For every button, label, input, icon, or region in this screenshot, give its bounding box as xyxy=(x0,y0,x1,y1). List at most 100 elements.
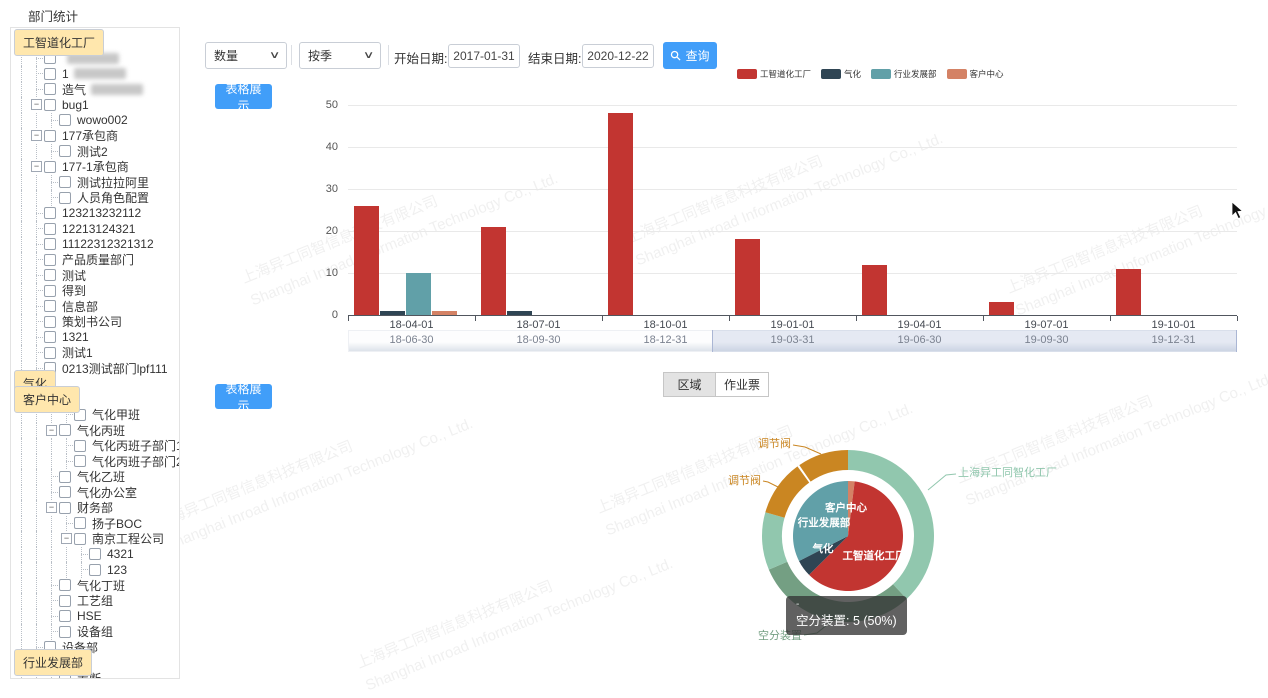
period-select[interactable]: 按季 ∨ xyxy=(299,42,381,69)
tree-checkbox[interactable] xyxy=(44,269,56,281)
tree-node[interactable]: 12213124321 xyxy=(14,221,179,237)
tree-expand-icon[interactable]: − xyxy=(61,533,72,544)
tree-node[interactable]: 123213232112 xyxy=(14,206,179,222)
tree-checkbox[interactable] xyxy=(59,471,71,483)
tree-node[interactable]: 设备组 xyxy=(14,624,179,640)
tree-expand-icon[interactable]: − xyxy=(31,130,42,141)
tree-node[interactable]: −南京工程公司 xyxy=(14,531,179,547)
tree-checkbox[interactable] xyxy=(44,83,56,95)
tree-checkbox[interactable] xyxy=(44,254,56,266)
tree-node[interactable]: 扬子BOC xyxy=(14,516,179,532)
tree-node[interactable]: 造气 xyxy=(14,82,179,98)
tree-node[interactable]: 1 xyxy=(14,66,179,82)
end-date-input[interactable] xyxy=(582,44,654,68)
legend-item[interactable]: 气化 xyxy=(821,68,861,80)
tree-node[interactable]: 策划书公司 xyxy=(14,314,179,330)
tree-checkbox[interactable] xyxy=(59,502,71,514)
tree-checkbox[interactable] xyxy=(44,130,56,142)
legend-item[interactable]: 客户中心 xyxy=(947,68,1004,80)
tree-node[interactable]: 测试 xyxy=(14,268,179,284)
table-display-button-2[interactable]: 表格展示 xyxy=(215,384,272,409)
tree-checkbox[interactable] xyxy=(44,161,56,173)
bar-segment[interactable] xyxy=(989,302,1014,315)
bar-segment[interactable] xyxy=(1116,269,1141,315)
tree-node[interactable]: 产品质量部门 xyxy=(14,252,179,268)
tree-checkbox[interactable] xyxy=(74,517,86,529)
tree-node[interactable]: 测试拉拉阿里 xyxy=(14,175,179,191)
search-button[interactable]: 查询 xyxy=(663,42,717,69)
legend-item[interactable]: 行业发展部 xyxy=(871,68,937,80)
tree-checkbox[interactable] xyxy=(44,347,56,359)
tree-checkbox[interactable] xyxy=(59,486,71,498)
bar-segment[interactable] xyxy=(735,239,760,315)
tree-checkbox[interactable] xyxy=(59,192,71,204)
tree-node[interactable]: −177承包商 xyxy=(14,128,179,144)
tree-node[interactable]: 气化丙班子部门2 xyxy=(14,454,179,470)
tree-node[interactable]: −财务部 xyxy=(14,500,179,516)
tree-node[interactable]: −行业发展部 xyxy=(14,655,179,671)
tree-checkbox[interactable] xyxy=(59,176,71,188)
toggle-workticket[interactable]: 作业票 xyxy=(716,372,769,397)
tree-node[interactable]: 气化办公室 xyxy=(14,485,179,501)
tree-node[interactable]: −177-1承包商 xyxy=(14,159,179,175)
tree-checkbox[interactable] xyxy=(44,285,56,297)
tree-checkbox[interactable] xyxy=(74,533,86,545)
bar-chart[interactable]: 0102030405018-04-0118-07-0118-10-0119-01… xyxy=(0,0,1268,679)
bar-segment[interactable] xyxy=(432,311,457,315)
pie-outer-segment[interactable] xyxy=(799,450,848,482)
tree-checkbox[interactable] xyxy=(59,610,71,622)
tree-node[interactable]: −客户中心 xyxy=(14,392,179,408)
tree-node[interactable]: 测试2 xyxy=(14,144,179,160)
tree-expand-icon[interactable]: − xyxy=(31,161,42,172)
bar-segment[interactable] xyxy=(507,311,532,315)
tree-checkbox[interactable] xyxy=(89,548,101,560)
tree-checkbox[interactable] xyxy=(59,114,71,126)
tree-node[interactable]: 得到 xyxy=(14,283,179,299)
legend-item[interactable]: 工智道化工厂 xyxy=(737,68,811,80)
tree-checkbox[interactable] xyxy=(44,68,56,80)
tree-expand-icon[interactable]: − xyxy=(31,99,42,110)
bar-segment[interactable] xyxy=(862,265,887,315)
tree-checkbox[interactable] xyxy=(44,300,56,312)
start-date-input[interactable] xyxy=(448,44,520,68)
tree-checkbox[interactable] xyxy=(44,316,56,328)
tree-node[interactable]: 气化乙班 xyxy=(14,469,179,485)
tree-node[interactable]: −工智道化工厂 xyxy=(14,35,179,51)
bar-segment[interactable] xyxy=(380,311,405,315)
tree-checkbox[interactable] xyxy=(59,424,71,436)
bar-segment[interactable] xyxy=(406,273,431,315)
tree-expand-icon[interactable]: − xyxy=(46,502,57,513)
tree-node[interactable]: 工艺组 xyxy=(14,593,179,609)
tree-checkbox[interactable] xyxy=(59,145,71,157)
pie-outer-segment[interactable] xyxy=(762,512,787,569)
tree-node[interactable]: 4321 xyxy=(14,547,179,563)
tree-checkbox[interactable] xyxy=(59,626,71,638)
tree-checkbox[interactable] xyxy=(59,595,71,607)
tree-checkbox[interactable] xyxy=(44,331,56,343)
nested-pie-chart[interactable]: 客户中心工智道化工厂气化行业发展部调节阀调节阀上海异工同智化工厂空分装置 xyxy=(690,390,1070,670)
tree-node[interactable]: HSE xyxy=(14,609,179,625)
tree-node[interactable]: 1321 xyxy=(14,330,179,346)
bar-segment[interactable] xyxy=(354,206,379,315)
tree-node[interactable]: wowo002 xyxy=(14,113,179,129)
metric-select[interactable]: 数量 ∨ xyxy=(205,42,287,69)
tree-node[interactable]: −气化丙班 xyxy=(14,423,179,439)
tree-checkbox[interactable] xyxy=(44,238,56,250)
tree-checkbox[interactable] xyxy=(74,455,86,467)
tree-checkbox[interactable] xyxy=(44,99,56,111)
tree-checkbox[interactable] xyxy=(59,579,71,591)
table-display-button[interactable]: 表格展示 xyxy=(215,84,272,109)
tree-node[interactable]: 气化丁班 xyxy=(14,578,179,594)
tree-node[interactable]: 气化丙班子部门1 xyxy=(14,438,179,454)
tree-node[interactable]: −bug1 xyxy=(14,97,179,113)
tree-node[interactable]: 测试1 xyxy=(14,345,179,361)
tree-node[interactable]: 11122312321312 xyxy=(14,237,179,253)
tree-node[interactable]: 人员角色配置 xyxy=(14,190,179,206)
tree-node[interactable]: 信息部 xyxy=(14,299,179,315)
tree-node[interactable]: 123 xyxy=(14,562,179,578)
tree-checkbox[interactable] xyxy=(44,223,56,235)
bar-segment[interactable] xyxy=(608,113,633,315)
tree-checkbox[interactable] xyxy=(44,207,56,219)
bar-segment[interactable] xyxy=(481,227,506,315)
tree-checkbox[interactable] xyxy=(74,440,86,452)
